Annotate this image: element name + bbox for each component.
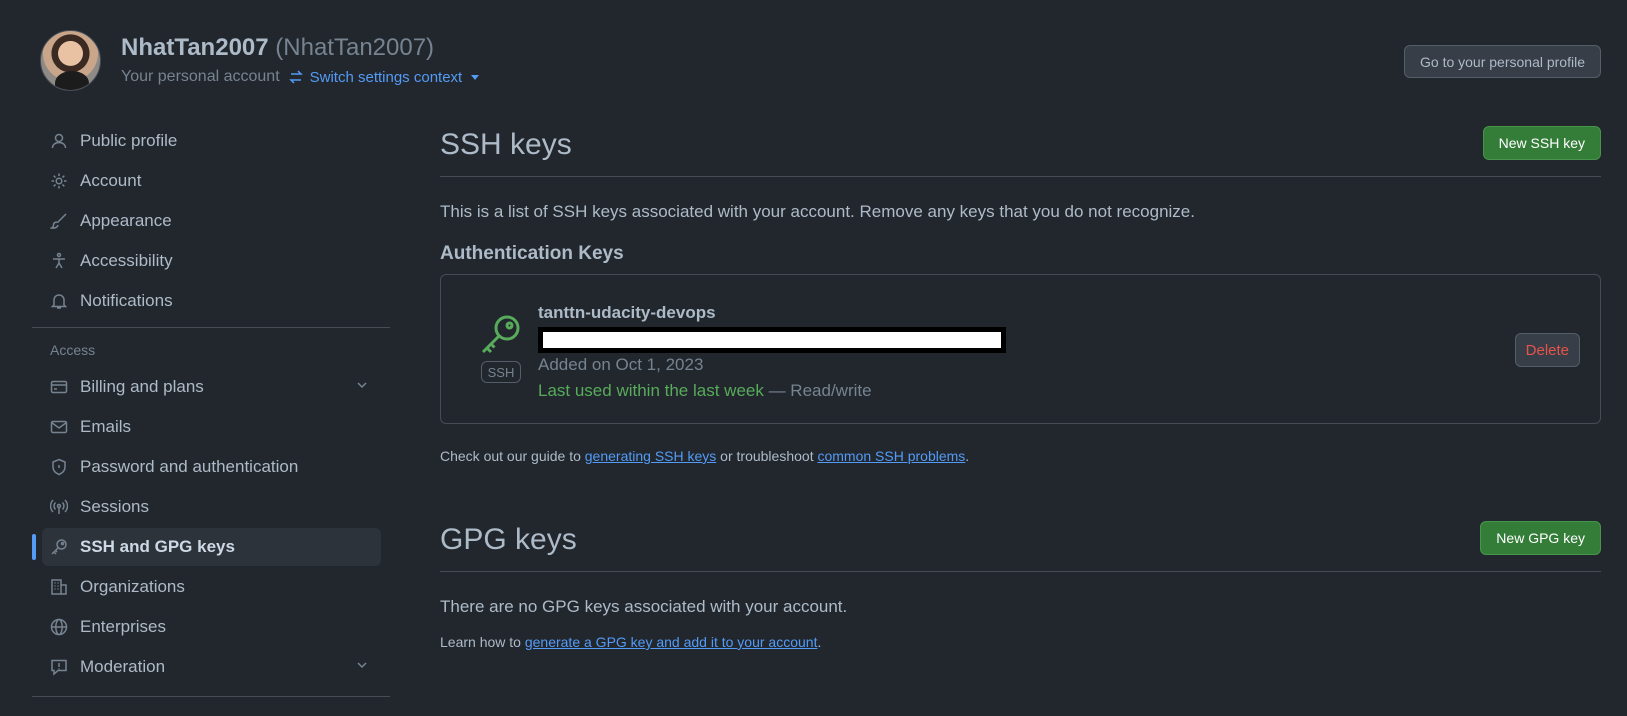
guide-mid: or troubleshoot <box>716 448 818 464</box>
switch-context-button[interactable]: Switch settings context <box>288 69 480 86</box>
arrow-switch-icon <box>288 70 303 84</box>
ssh-key-name: tanttn-udacity-devops <box>538 303 716 322</box>
chevron-down-icon[interactable] <box>357 660 367 670</box>
globe-icon <box>50 618 68 636</box>
sidebar-item-accessibility[interactable]: Accessibility <box>42 242 381 280</box>
sidebar-item-label: Moderation <box>80 657 166 676</box>
access-section-label: Access <box>50 342 96 358</box>
ssh-keys-header: SSH keys New SSH key <box>440 122 1601 177</box>
key-icon <box>50 538 68 556</box>
guide-prefix: Check out our guide to <box>440 448 585 464</box>
report-icon <box>50 658 68 676</box>
account-name: NhatTan2007 (NhatTan2007) <box>121 34 434 62</box>
person-icon <box>50 132 68 150</box>
sidebar-item-enterprises[interactable]: Enterprises <box>42 608 381 646</box>
new-gpg-key-button[interactable]: New GPG key <box>1480 521 1601 555</box>
sidebar-divider <box>32 327 390 328</box>
mail-icon <box>50 418 68 436</box>
accessibility-icon <box>50 252 68 270</box>
sidebar-item-ssh-gpg-keys[interactable]: SSH and GPG keys <box>32 528 381 566</box>
gpg-keys-title: GPG keys <box>440 523 577 556</box>
gpg-empty-message: There are no GPG keys associated with yo… <box>440 597 848 616</box>
access-level-label: — Read/write <box>763 381 872 400</box>
sidebar-item-label: Notifications <box>80 291 173 310</box>
ssh-key-list-item: SSH tanttn-udacity-devops Added on Oct 1… <box>440 274 1601 424</box>
go-to-profile-button[interactable]: Go to your personal profile <box>1404 45 1601 78</box>
sidebar-item-password-authentication[interactable]: Password and authentication <box>42 448 381 486</box>
sidebar-item-label: Password and authentication <box>80 457 299 476</box>
caret-down-icon <box>471 74 480 80</box>
sidebar-item-account[interactable]: Account <box>42 162 381 200</box>
learn-suffix: . <box>817 634 822 650</box>
chevron-down-icon[interactable] <box>357 380 367 390</box>
account-handle: (NhatTan2007) <box>275 34 435 61</box>
gpg-learn-text: Learn how to generate a GPG key and add … <box>440 634 1601 650</box>
generate-gpg-key-link[interactable]: generate a GPG key and add it to your ac… <box>525 634 818 650</box>
key-icon <box>481 315 520 354</box>
ssh-key-added-date: Added on Oct 1, 2023 <box>538 355 704 374</box>
sidebar-item-label: Organizations <box>80 577 185 596</box>
sidebar-divider <box>32 696 390 697</box>
bell-icon <box>50 292 68 310</box>
redacted-fingerprint <box>538 327 1006 353</box>
settings-header: NhatTan2007 (NhatTan2007) Your personal … <box>40 30 1601 92</box>
avatar[interactable] <box>40 30 101 91</box>
sidebar-item-label: Appearance <box>80 211 172 230</box>
ssh-key-usage: Last used within the last week — Read/wr… <box>538 381 872 401</box>
ssh-badge: SSH <box>481 361 521 383</box>
sidebar-item-label: Account <box>80 171 142 190</box>
broadcast-icon <box>50 498 68 516</box>
credit-card-icon <box>50 378 68 396</box>
organization-icon <box>50 578 68 596</box>
new-ssh-key-button[interactable]: New SSH key <box>1482 126 1601 160</box>
learn-prefix: Learn how to <box>440 634 525 650</box>
sidebar-item-moderation[interactable]: Moderation <box>42 648 381 686</box>
gear-icon <box>50 172 68 190</box>
ssh-guide-text: Check out our guide to generating SSH ke… <box>440 448 1601 464</box>
guide-suffix: . <box>965 448 970 464</box>
gpg-keys-header: GPG keys New GPG key <box>440 517 1601 572</box>
sidebar-item-emails[interactable]: Emails <box>42 408 381 446</box>
sidebar-item-sessions[interactable]: Sessions <box>42 488 381 526</box>
sidebar-item-label: Public profile <box>80 131 178 150</box>
sidebar-item-label: Emails <box>80 417 132 436</box>
sidebar-item-label: Sessions <box>80 497 149 516</box>
sidebar-item-appearance[interactable]: Appearance <box>42 202 381 240</box>
sidebar-item-public-profile[interactable]: Public profile <box>42 122 381 160</box>
ssh-keys-title: SSH keys <box>440 128 572 161</box>
generating-ssh-keys-link[interactable]: generating SSH keys <box>585 448 717 464</box>
last-used-label: Last used within the last week <box>538 381 764 400</box>
account-type-label: Your personal account <box>121 68 280 85</box>
sidebar-item-label: Enterprises <box>80 617 166 636</box>
switch-context-label: Switch settings context <box>309 68 463 86</box>
main-content: SSH keys New SSH key This is a list of S… <box>440 122 1601 650</box>
display-name: NhatTan2007 <box>121 34 269 61</box>
authentication-keys-title: Authentication Keys <box>440 243 624 264</box>
ssh-description: This is a list of SSH keys associated wi… <box>440 202 1195 221</box>
delete-ssh-key-button[interactable]: Delete <box>1514 333 1580 367</box>
sidebar-item-label: SSH and GPG keys <box>80 537 235 556</box>
account-subtitle: Your personal account Switch settings co… <box>121 68 480 86</box>
sidebar-item-label: Accessibility <box>80 251 173 270</box>
paintbrush-icon <box>50 212 68 230</box>
sidebar-item-organizations[interactable]: Organizations <box>42 568 381 606</box>
settings-sidebar: Public profile Account Appearance Access… <box>32 122 390 711</box>
sidebar-item-billing[interactable]: Billing and plans <box>42 368 381 406</box>
sidebar-item-label: Billing and plans <box>80 377 204 396</box>
common-ssh-problems-link[interactable]: common SSH problems <box>817 448 965 464</box>
shield-icon <box>50 458 68 476</box>
sidebar-item-notifications[interactable]: Notifications <box>42 282 381 320</box>
